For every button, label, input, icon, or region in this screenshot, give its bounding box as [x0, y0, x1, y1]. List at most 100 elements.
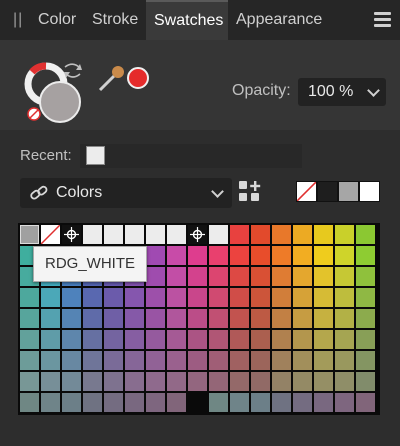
swatch[interactable]	[125, 288, 144, 307]
swatch[interactable]	[167, 288, 186, 307]
swatch[interactable]	[356, 393, 375, 412]
swatch[interactable]	[41, 372, 60, 391]
swatch[interactable]	[314, 225, 333, 244]
swatch[interactable]	[314, 267, 333, 286]
swatch[interactable]	[41, 351, 60, 370]
swatch[interactable]	[125, 393, 144, 412]
swatch[interactable]	[230, 351, 249, 370]
swatch[interactable]	[167, 267, 186, 286]
add-palette-icon[interactable]	[238, 179, 262, 203]
swatch[interactable]	[335, 330, 354, 349]
swatch[interactable]	[272, 330, 291, 349]
tab-swatches[interactable]: Swatches	[146, 0, 228, 40]
swatch[interactable]	[230, 309, 249, 328]
swatch[interactable]	[209, 246, 228, 265]
swatch[interactable]	[146, 246, 165, 265]
swatch[interactable]	[314, 309, 333, 328]
swatch[interactable]	[293, 225, 312, 244]
grip-icon[interactable]: ||	[13, 11, 23, 29]
swatch[interactable]	[83, 288, 102, 307]
swatch[interactable]	[272, 393, 291, 412]
swatch[interactable]	[167, 246, 186, 265]
swatch-white[interactable]	[83, 225, 102, 244]
swatch[interactable]	[83, 351, 102, 370]
swatch[interactable]	[335, 267, 354, 286]
history-swatch[interactable]	[359, 181, 380, 202]
swatch-white[interactable]	[146, 225, 165, 244]
swatch[interactable]	[125, 309, 144, 328]
swatch[interactable]	[209, 309, 228, 328]
swatch[interactable]	[125, 330, 144, 349]
swatch[interactable]	[83, 393, 102, 412]
swatch[interactable]	[230, 372, 249, 391]
swap-icon[interactable]	[62, 62, 84, 80]
swatch[interactable]	[356, 267, 375, 286]
swatch[interactable]	[314, 288, 333, 307]
swatch-white[interactable]	[167, 225, 186, 244]
swatch[interactable]	[20, 330, 39, 349]
swatch[interactable]	[20, 351, 39, 370]
swatch[interactable]	[335, 351, 354, 370]
swatch[interactable]	[251, 330, 270, 349]
swatch[interactable]	[335, 225, 354, 244]
swatch[interactable]	[41, 288, 60, 307]
swatch[interactable]	[293, 246, 312, 265]
swatch-none[interactable]	[40, 224, 61, 245]
swatch[interactable]	[356, 330, 375, 349]
swatch-white[interactable]	[104, 225, 123, 244]
swatch[interactable]	[146, 288, 165, 307]
swatch[interactable]	[41, 330, 60, 349]
swatch[interactable]	[62, 351, 81, 370]
swatch[interactable]	[20, 372, 39, 391]
swatch[interactable]	[146, 267, 165, 286]
swatch[interactable]	[125, 372, 144, 391]
swatch[interactable]	[146, 309, 165, 328]
fill-swatch[interactable]	[39, 81, 81, 123]
swatch[interactable]	[356, 309, 375, 328]
swatch[interactable]	[251, 372, 270, 391]
opacity-dropdown[interactable]: 100 %	[298, 78, 386, 106]
swatch[interactable]	[272, 225, 291, 244]
swatch[interactable]	[125, 351, 144, 370]
tab-color[interactable]: Color	[34, 0, 90, 40]
swatch[interactable]	[188, 246, 207, 265]
swatch[interactable]	[314, 393, 333, 412]
swatch[interactable]	[104, 330, 123, 349]
history-swatch[interactable]	[338, 181, 359, 202]
swatch[interactable]	[335, 246, 354, 265]
tab-stroke[interactable]: Stroke	[88, 0, 150, 40]
swatch[interactable]	[230, 330, 249, 349]
swatch[interactable]	[251, 267, 270, 286]
history-swatch-none[interactable]	[296, 181, 317, 202]
history-swatch[interactable]	[317, 181, 338, 202]
swatch[interactable]	[83, 372, 102, 391]
swatch[interactable]	[356, 351, 375, 370]
swatch[interactable]	[209, 351, 228, 370]
swatch[interactable]	[188, 330, 207, 349]
swatch[interactable]	[20, 288, 39, 307]
swatch[interactable]	[209, 372, 228, 391]
swatch[interactable]	[293, 267, 312, 286]
swatch[interactable]	[20, 309, 39, 328]
swatch[interactable]	[20, 225, 39, 244]
swatch[interactable]	[293, 330, 312, 349]
swatch[interactable]	[314, 351, 333, 370]
swatch[interactable]	[83, 309, 102, 328]
swatch[interactable]	[251, 246, 270, 265]
swatch[interactable]	[146, 372, 165, 391]
swatch[interactable]	[251, 309, 270, 328]
swatch[interactable]	[209, 330, 228, 349]
swatch[interactable]	[167, 330, 186, 349]
swatch[interactable]	[251, 225, 270, 244]
swatch[interactable]	[104, 393, 123, 412]
swatch[interactable]	[188, 288, 207, 307]
swatch[interactable]	[314, 246, 333, 265]
swatch[interactable]	[356, 246, 375, 265]
swatch[interactable]	[293, 351, 312, 370]
swatch[interactable]	[188, 267, 207, 286]
swatch[interactable]	[146, 393, 165, 412]
swatch[interactable]	[230, 393, 249, 412]
swatch[interactable]	[335, 288, 354, 307]
swatch[interactable]	[230, 267, 249, 286]
swatch[interactable]	[209, 267, 228, 286]
